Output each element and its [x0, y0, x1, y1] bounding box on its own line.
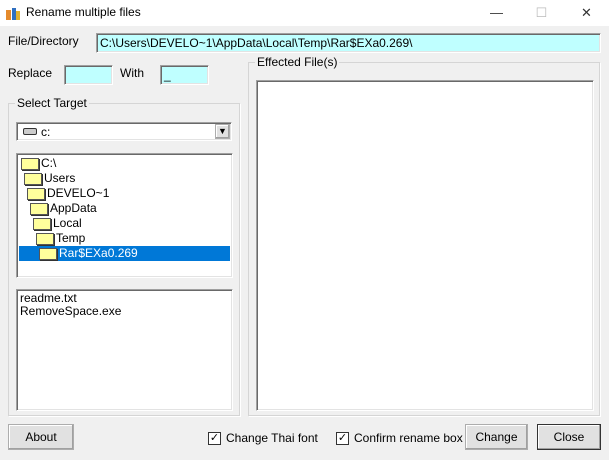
change-thai-font-checkbox[interactable]: ✓ Change Thai font	[208, 431, 318, 445]
folder-icon	[39, 247, 57, 260]
checkbox-checked-icon[interactable]: ✓	[208, 431, 221, 445]
folder-tree-item[interactable]: Temp	[19, 231, 230, 246]
file-directory-input[interactable]: C:\Users\DEVELO~1\AppData\Local\Temp\Rar…	[96, 33, 601, 53]
chevron-down-icon[interactable]: ▼	[215, 124, 230, 139]
drive-icon	[23, 128, 37, 135]
drive-value: c:	[41, 124, 51, 139]
file-list[interactable]: readme.txt RemoveSpace.exe	[16, 289, 233, 411]
folder-tree[interactable]: C:\ Users DEVELO~1 AppData Local Temp Rar$EXa0…	[16, 153, 233, 278]
folder-tree-item[interactable]: DEVELO~1	[19, 186, 230, 201]
select-target-label: Select Target	[15, 96, 89, 110]
file-directory-label: File/Directory	[8, 34, 79, 48]
effected-files-label: Effected File(s)	[255, 55, 340, 69]
file-list-item[interactable]: RemoveSpace.exe	[20, 304, 229, 318]
confirm-rename-checkbox[interactable]: ✓ Confirm rename box	[336, 431, 463, 445]
folder-tree-item[interactable]: AppData	[19, 201, 230, 216]
folder-name: Temp	[56, 231, 86, 245]
folder-icon	[21, 157, 39, 170]
effected-files-list[interactable]	[256, 80, 594, 411]
folder-icon	[36, 232, 54, 245]
folder-name: AppData	[50, 201, 97, 215]
folder-tree-item[interactable]: Local	[19, 216, 230, 231]
title-bar: Rename multiple files — ☐ ✕	[0, 0, 609, 26]
folder-name: Rar$EXa0.269	[59, 246, 138, 261]
folder-icon	[30, 202, 48, 215]
with-input[interactable]: _	[160, 65, 209, 85]
folder-icon	[27, 187, 45, 200]
folder-name: Users	[44, 171, 76, 185]
minimize-button[interactable]: —	[474, 0, 519, 26]
folder-tree-item[interactable]: Users	[19, 171, 230, 186]
maximize-button[interactable]: ☐	[519, 0, 564, 26]
app-icon	[5, 5, 21, 21]
folder-name: Local	[53, 216, 82, 230]
window-title: Rename multiple files	[26, 5, 141, 19]
folder-tree-item[interactable]: Rar$EXa0.269	[19, 246, 230, 261]
folder-tree-item[interactable]: C:\	[19, 156, 230, 171]
replace-label: Replace	[8, 66, 53, 80]
folder-icon	[24, 172, 42, 185]
folder-name: DEVELO~1	[47, 186, 110, 200]
close-window-button[interactable]: ✕	[564, 0, 609, 26]
about-button[interactable]: About	[8, 424, 74, 450]
change-button[interactable]: Change	[465, 424, 528, 450]
close-button[interactable]: Close	[537, 424, 601, 450]
change-thai-font-label: Change Thai font	[226, 431, 318, 445]
checkbox-checked-icon[interactable]: ✓	[336, 431, 349, 445]
with-label: With	[120, 66, 144, 80]
drive-select[interactable]: c: ▼	[16, 122, 232, 141]
replace-input[interactable]	[64, 65, 113, 85]
folder-name: C:\	[41, 156, 57, 170]
folder-icon	[33, 217, 51, 230]
confirm-rename-label: Confirm rename box	[354, 431, 463, 445]
